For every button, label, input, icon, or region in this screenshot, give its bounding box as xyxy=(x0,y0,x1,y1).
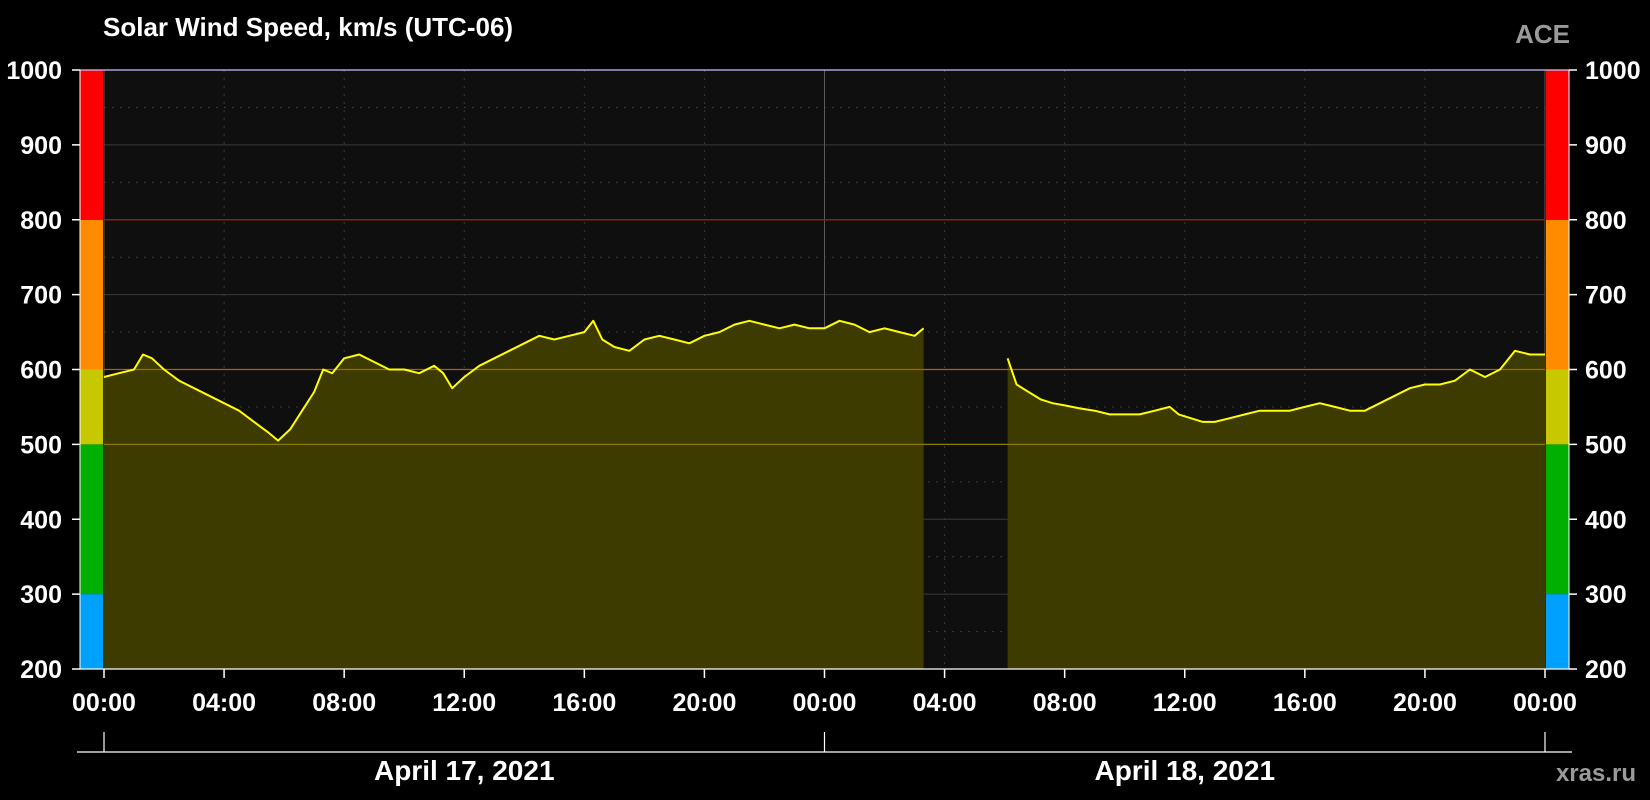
color-band-left-300-500 xyxy=(80,444,103,595)
y-tick-label-right: 900 xyxy=(1585,132,1627,160)
y-tick-label-right: 1000 xyxy=(1585,57,1641,85)
y-tick-label-right: 600 xyxy=(1585,357,1627,385)
x-tick-label: 04:00 xyxy=(192,689,256,717)
y-tick-label-right: 400 xyxy=(1585,506,1627,534)
y-tick-label-left: 1000 xyxy=(6,57,62,85)
x-tick-label: 12:00 xyxy=(432,689,496,717)
color-band-left-200-300 xyxy=(80,594,103,669)
x-tick-label: 00:00 xyxy=(793,689,857,717)
color-band-right-200-300 xyxy=(1546,594,1569,669)
color-band-right-500-600 xyxy=(1546,369,1569,445)
y-tick-label-right: 800 xyxy=(1585,207,1627,235)
color-band-left-500-600 xyxy=(80,369,103,445)
color-band-left-600-800 xyxy=(80,219,103,370)
y-tick-label-left: 900 xyxy=(20,132,62,160)
y-tick-label-left: 200 xyxy=(20,656,62,684)
y-tick-label-right: 200 xyxy=(1585,656,1627,684)
color-band-right-600-800 xyxy=(1546,219,1569,370)
date-label: April 18, 2021 xyxy=(1094,755,1275,786)
y-tick-label-left: 400 xyxy=(20,506,62,534)
color-band-right-300-500 xyxy=(1546,444,1569,595)
date-label: April 17, 2021 xyxy=(374,755,555,786)
x-tick-label: 16:00 xyxy=(552,689,616,717)
y-tick-label-right: 300 xyxy=(1585,581,1627,609)
source-label: ACE xyxy=(1515,19,1570,49)
y-tick-label-left: 600 xyxy=(20,357,62,385)
y-tick-label-right: 700 xyxy=(1585,282,1627,310)
x-tick-label: 20:00 xyxy=(1393,689,1457,717)
y-tick-label-left: 700 xyxy=(20,282,62,310)
x-tick-label: 08:00 xyxy=(1033,689,1097,717)
y-tick-label-left: 800 xyxy=(20,207,62,235)
watermark: xras.ru xyxy=(1556,760,1636,787)
x-tick-label: 12:00 xyxy=(1153,689,1217,717)
y-tick-label-right: 500 xyxy=(1585,431,1627,459)
color-band-right-800-1000 xyxy=(1546,70,1569,220)
x-tick-label: 00:00 xyxy=(1513,689,1577,717)
chart-title: Solar Wind Speed, km/s (UTC-06) xyxy=(103,12,513,42)
y-tick-label-left: 500 xyxy=(20,431,62,459)
y-tick-label-left: 300 xyxy=(20,581,62,609)
x-tick-label: 04:00 xyxy=(913,689,977,717)
solar-wind-speed-chart: 200 200 300 300 400 400 500 500 600 600 700 700 800 8… xyxy=(0,0,1650,800)
x-tick-label: 08:00 xyxy=(312,689,376,717)
x-tick-label: 00:00 xyxy=(72,689,136,717)
x-tick-label: 16:00 xyxy=(1273,689,1337,717)
color-band-left-800-1000 xyxy=(80,70,103,220)
x-tick-label: 20:00 xyxy=(672,689,736,717)
